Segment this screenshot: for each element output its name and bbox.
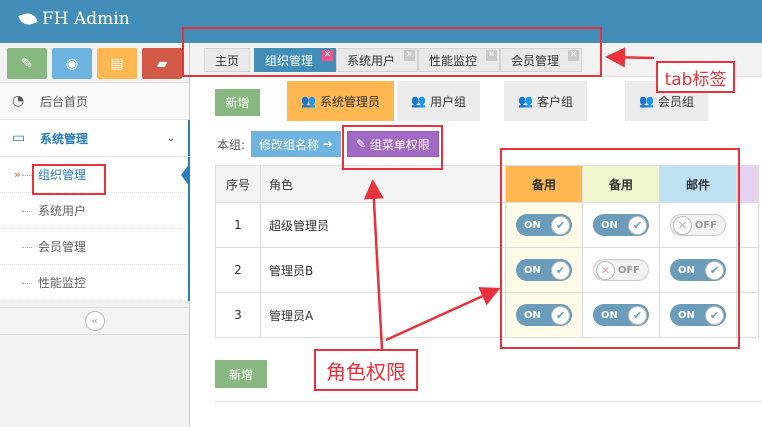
tab-arrow: [605, 47, 655, 68]
annotation-arrows: [363, 47, 655, 350]
perm-up-arrow: [363, 179, 384, 350]
perm-right-arrow: [385, 287, 501, 342]
